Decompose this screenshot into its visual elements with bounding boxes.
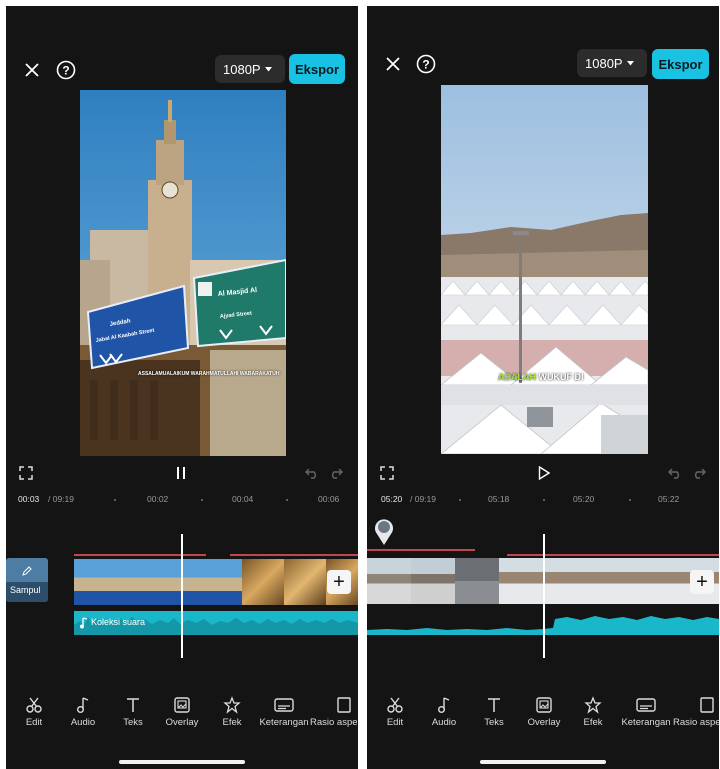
add-clip-button[interactable]: + [690, 570, 714, 594]
video-preview[interactable]: ADALAH WUKUF DI [441, 85, 648, 454]
music-note-icon [80, 617, 88, 629]
overlay-icon [174, 697, 190, 713]
time-ruler[interactable]: 00:03 / 09:19 00:02 00:04 00:06 [6, 490, 358, 508]
redo-icon[interactable] [328, 465, 344, 481]
tool-aspect-ratio[interactable]: Rasio aspek [310, 696, 358, 728]
tool-label: Keterangan [621, 717, 671, 728]
tool-label: Teks [123, 717, 143, 728]
export-button[interactable]: Ekspor [289, 54, 345, 84]
tool-label: Audio [70, 717, 96, 728]
time-ruler[interactable]: 05:20 / 09:19 05:18 05:20 05:22 [367, 490, 719, 508]
cover-label: Sampul [10, 585, 41, 595]
close-icon[interactable] [383, 54, 403, 74]
aspect-ratio-icon [700, 697, 714, 713]
music-note-icon [77, 697, 89, 713]
video-frame-image: Jeddah Jabal Al Kaabah Street Al Masjid … [80, 90, 286, 456]
tool-label: Keterangan [259, 717, 309, 728]
export-button[interactable]: Ekspor [652, 49, 709, 79]
text-icon [488, 698, 500, 712]
tool-captions[interactable]: Keterangan [616, 696, 676, 728]
audio-track[interactable]: Koleksi suara [74, 611, 358, 635]
resolution-dropdown[interactable]: 1080P [215, 55, 285, 83]
editor-screen-left: ? 1080P Ekspor Jeddah Jabal Al Kaabah St… [6, 6, 358, 769]
undo-icon[interactable] [304, 465, 320, 481]
home-indicator [119, 760, 245, 764]
overlay-icon [536, 697, 552, 713]
caption-text: WUKUF DI [538, 372, 584, 382]
tool-aspect-ratio[interactable]: Rasio aspek [673, 696, 719, 728]
pause-icon[interactable] [172, 464, 190, 482]
video-clip-track[interactable] [74, 559, 358, 605]
captions-icon [274, 698, 294, 712]
video-frame-image [441, 85, 648, 454]
tool-label: Edit [25, 717, 43, 728]
help-icon[interactable]: ? [55, 59, 77, 81]
fullscreen-icon[interactable] [379, 465, 395, 481]
fullscreen-icon[interactable] [18, 465, 34, 481]
redo-icon[interactable] [691, 465, 707, 481]
close-icon[interactable] [22, 60, 42, 80]
total-time: / 09:19 [48, 494, 74, 504]
current-time: 05:20 [381, 494, 403, 504]
tool-captions[interactable]: Keterangan [254, 696, 314, 728]
text-icon [127, 698, 139, 712]
tool-label: Edit [386, 717, 404, 728]
video-caption: ASSALAMUALAIKUM WARAHMATULLAHI WABARAKAT… [138, 371, 280, 377]
resolution-dropdown[interactable]: 1080P [577, 49, 647, 77]
editor-screen-right: ? 1080P Ekspor ADALAH WUKUF DI 05:20 / 0… [367, 6, 719, 769]
tool-label: Overlay [165, 717, 199, 728]
effects-star-icon [223, 696, 241, 714]
ruler-mark: 00:02 [147, 494, 169, 504]
undo-icon[interactable] [667, 465, 683, 481]
keyframe-marker[interactable] [373, 516, 395, 546]
video-preview[interactable]: Jeddah Jabal Al Kaabah Street Al Masjid … [80, 90, 286, 456]
edit-pencil-icon [22, 566, 32, 576]
tool-effects[interactable]: Efek [563, 696, 623, 728]
tool-label: Overlay [527, 717, 561, 728]
tool-label: Efek [222, 717, 242, 728]
tool-label: Audio [431, 717, 457, 728]
caption-highlight: ADALAH [498, 372, 536, 382]
home-indicator [480, 760, 606, 764]
bottom-toolbar: Edit Audio Teks Overlay Efek Keterangan … [367, 696, 719, 736]
tool-effects[interactable]: Efek [202, 696, 262, 728]
timeline[interactable]: Sampul + Koleksi suara [6, 510, 358, 660]
current-time: 00:03 [18, 494, 40, 504]
timeline[interactable]: + [367, 510, 719, 660]
bottom-toolbar: Edit Audio Teks Overlay Efek Keterangan … [6, 696, 358, 736]
ruler-mark: 05:20 [573, 494, 595, 504]
play-icon[interactable] [535, 464, 553, 482]
audio-label: Koleksi suara [91, 617, 146, 627]
playhead[interactable] [181, 534, 183, 658]
ruler-mark: 05:22 [658, 494, 680, 504]
add-clip-button[interactable]: + [327, 570, 351, 594]
tool-label: Teks [484, 717, 504, 728]
effects-star-icon [584, 696, 602, 714]
playhead[interactable] [543, 534, 545, 658]
resolution-label: 1080P [223, 61, 261, 77]
scissors-icon [387, 697, 403, 713]
help-icon[interactable]: ? [415, 53, 437, 75]
video-caption: ADALAH WUKUF DI [498, 372, 584, 382]
scissors-icon [26, 697, 42, 713]
tool-label: Rasio aspek [673, 717, 719, 728]
cover-thumbnail[interactable]: Sampul [6, 558, 48, 602]
music-note-icon [438, 697, 450, 713]
svg-text:?: ? [62, 64, 69, 78]
tool-label: Efek [583, 717, 603, 728]
ruler-mark: 05:18 [488, 494, 510, 504]
ruler-mark: 00:04 [232, 494, 254, 504]
chevron-down-icon [626, 60, 634, 65]
total-time: / 09:19 [410, 494, 436, 504]
aspect-ratio-icon [337, 697, 351, 713]
ruler-mark: 00:06 [318, 494, 340, 504]
svg-text:?: ? [422, 58, 429, 72]
resolution-label: 1080P [585, 55, 623, 71]
tool-label: Rasio aspek [310, 717, 358, 728]
captions-icon [636, 698, 656, 712]
chevron-down-icon [264, 66, 272, 71]
